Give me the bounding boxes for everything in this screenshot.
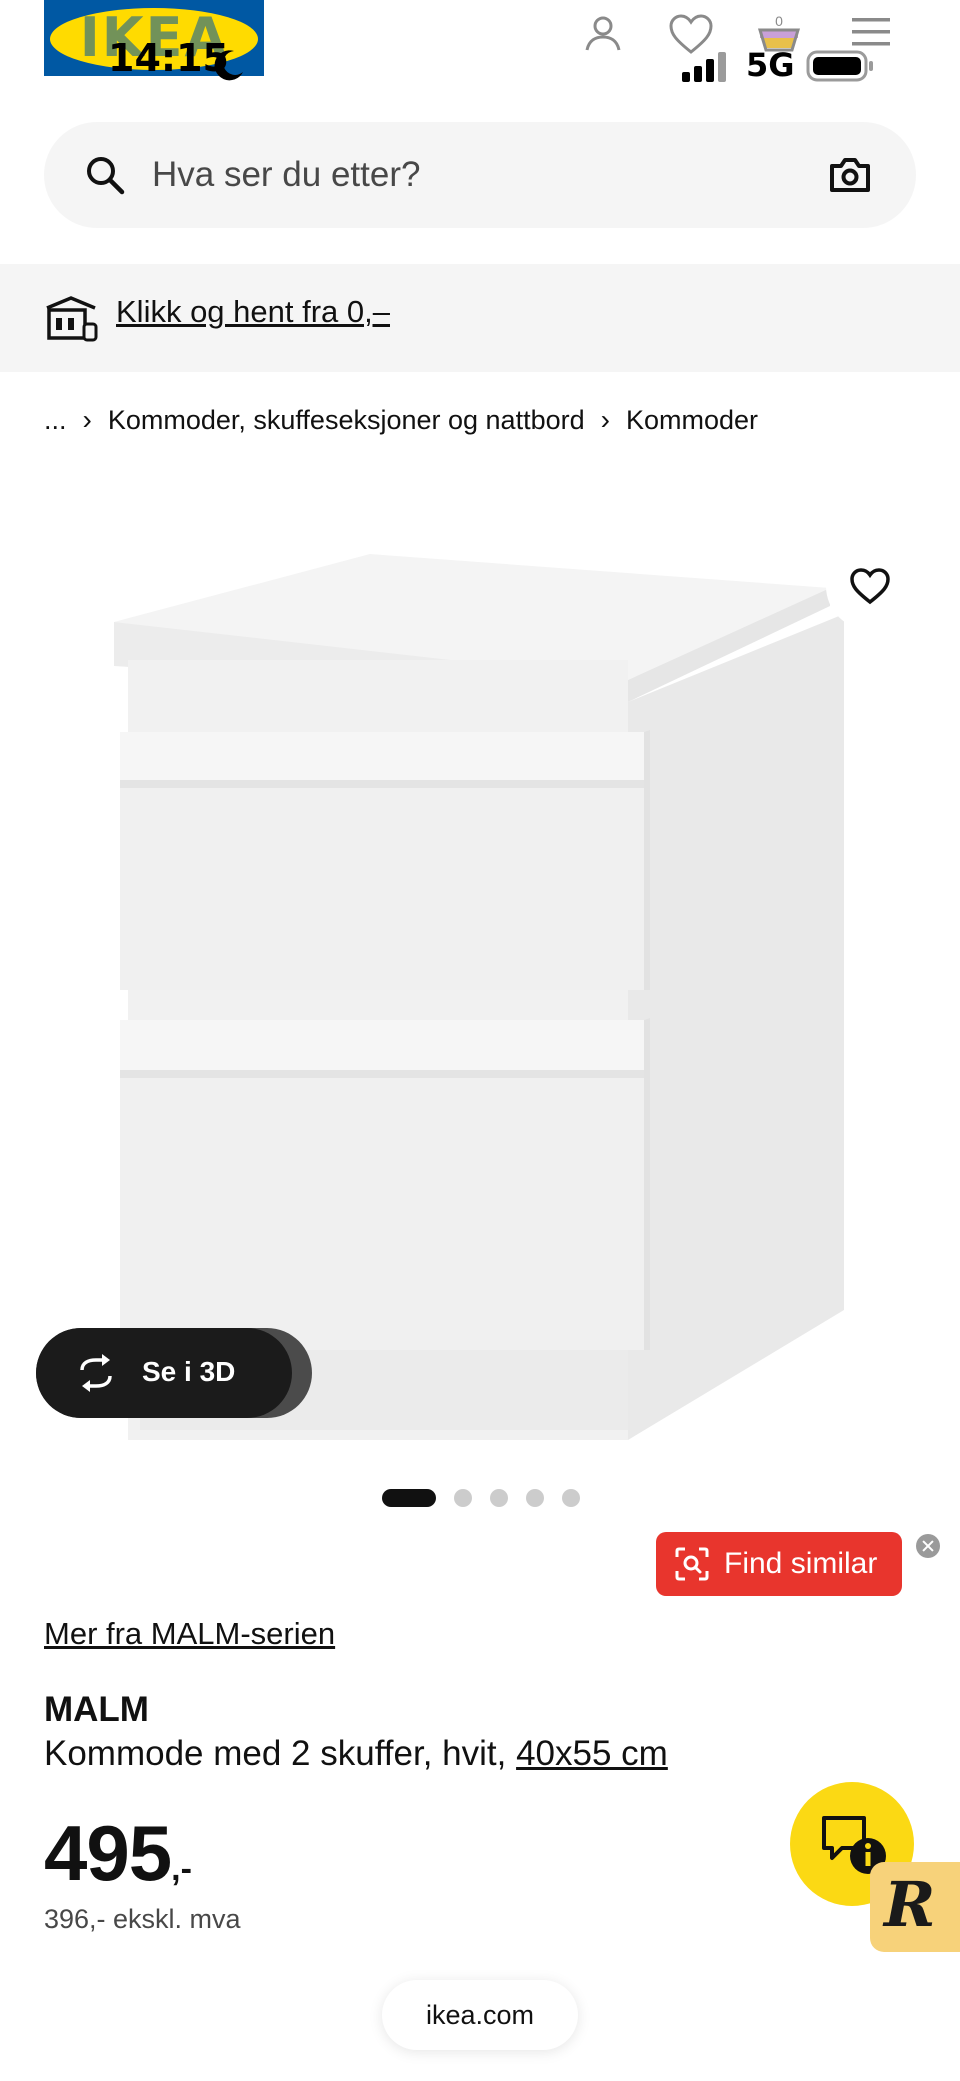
carousel-dot[interactable] — [526, 1489, 544, 1507]
favorite-button[interactable] — [826, 542, 914, 630]
click-collect-link[interactable]: Klikk og hent fra 0,– — [116, 294, 390, 330]
chevron-right-icon: › — [82, 404, 92, 435]
visual-search-icon — [675, 1547, 709, 1581]
search-icon[interactable] — [84, 154, 126, 196]
price-amount: 495 — [44, 1809, 172, 1897]
view-in-3d-label: Se i 3D — [142, 1356, 236, 1387]
extension-badge-letter: R — [884, 1868, 936, 1941]
close-icon[interactable] — [916, 1534, 940, 1558]
rotate-3d-icon — [80, 1354, 112, 1392]
carousel-dot[interactable] — [490, 1489, 508, 1507]
find-similar-label: Find similar — [724, 1547, 878, 1580]
heart-icon — [850, 568, 890, 605]
network-type: 5G — [746, 46, 795, 84]
site-header: IKEA 14:15 0 5G — [0, 0, 960, 100]
series-link[interactable]: Mer fra MALM-serien — [44, 1616, 335, 1652]
extension-badge[interactable]: R — [870, 1862, 960, 1952]
battery-icon — [806, 50, 873, 82]
browser-url[interactable]: ikea.com — [382, 1980, 578, 2050]
search-input[interactable] — [152, 152, 752, 198]
carousel-pagination — [382, 1488, 598, 1508]
product-image — [114, 554, 844, 1440]
product-price: 495,- — [44, 1808, 192, 1899]
carousel-dot[interactable] — [562, 1489, 580, 1507]
product-size-link[interactable]: 40x55 cm — [516, 1734, 668, 1773]
click-collect-banner: Klikk og hent fra 0,– — [0, 264, 960, 372]
breadcrumb-item[interactable]: Kommoder, skuffeseksjoner og nattbord — [108, 405, 585, 436]
moon-icon — [214, 50, 243, 81]
product-description-text: Kommode med 2 skuffer, hvit, — [44, 1734, 517, 1773]
camera-icon[interactable] — [828, 154, 872, 196]
product-image-carousel[interactable] — [0, 470, 960, 1460]
store-pickup-icon — [46, 296, 98, 342]
signal-icon — [682, 52, 726, 82]
carousel-dot-active[interactable] — [382, 1489, 436, 1507]
profile-icon[interactable] — [578, 10, 628, 60]
breadcrumb: ... › Kommoder, skuffeseksjoner og nattb… — [44, 400, 758, 440]
basket-count: 0 — [775, 13, 783, 29]
find-similar-button[interactable]: Find similar — [656, 1532, 902, 1596]
search-bar[interactable] — [44, 122, 916, 228]
breadcrumb-ellipsis[interactable]: ... — [44, 405, 67, 436]
price-suffix: ,- — [171, 1850, 192, 1888]
breadcrumb-item[interactable]: Kommoder — [626, 405, 758, 436]
product-description: Kommode med 2 skuffer, hvit, 40x55 cm — [44, 1734, 668, 1774]
price-excl-vat: 396,- ekskl. mva — [44, 1904, 241, 1934]
product-name: MALM — [44, 1690, 149, 1729]
status-time: 14:15 — [108, 36, 229, 80]
carousel-dot[interactable] — [454, 1489, 472, 1507]
chevron-right-icon: › — [600, 404, 610, 435]
view-in-3d-button[interactable]: Se i 3D — [36, 1328, 292, 1418]
